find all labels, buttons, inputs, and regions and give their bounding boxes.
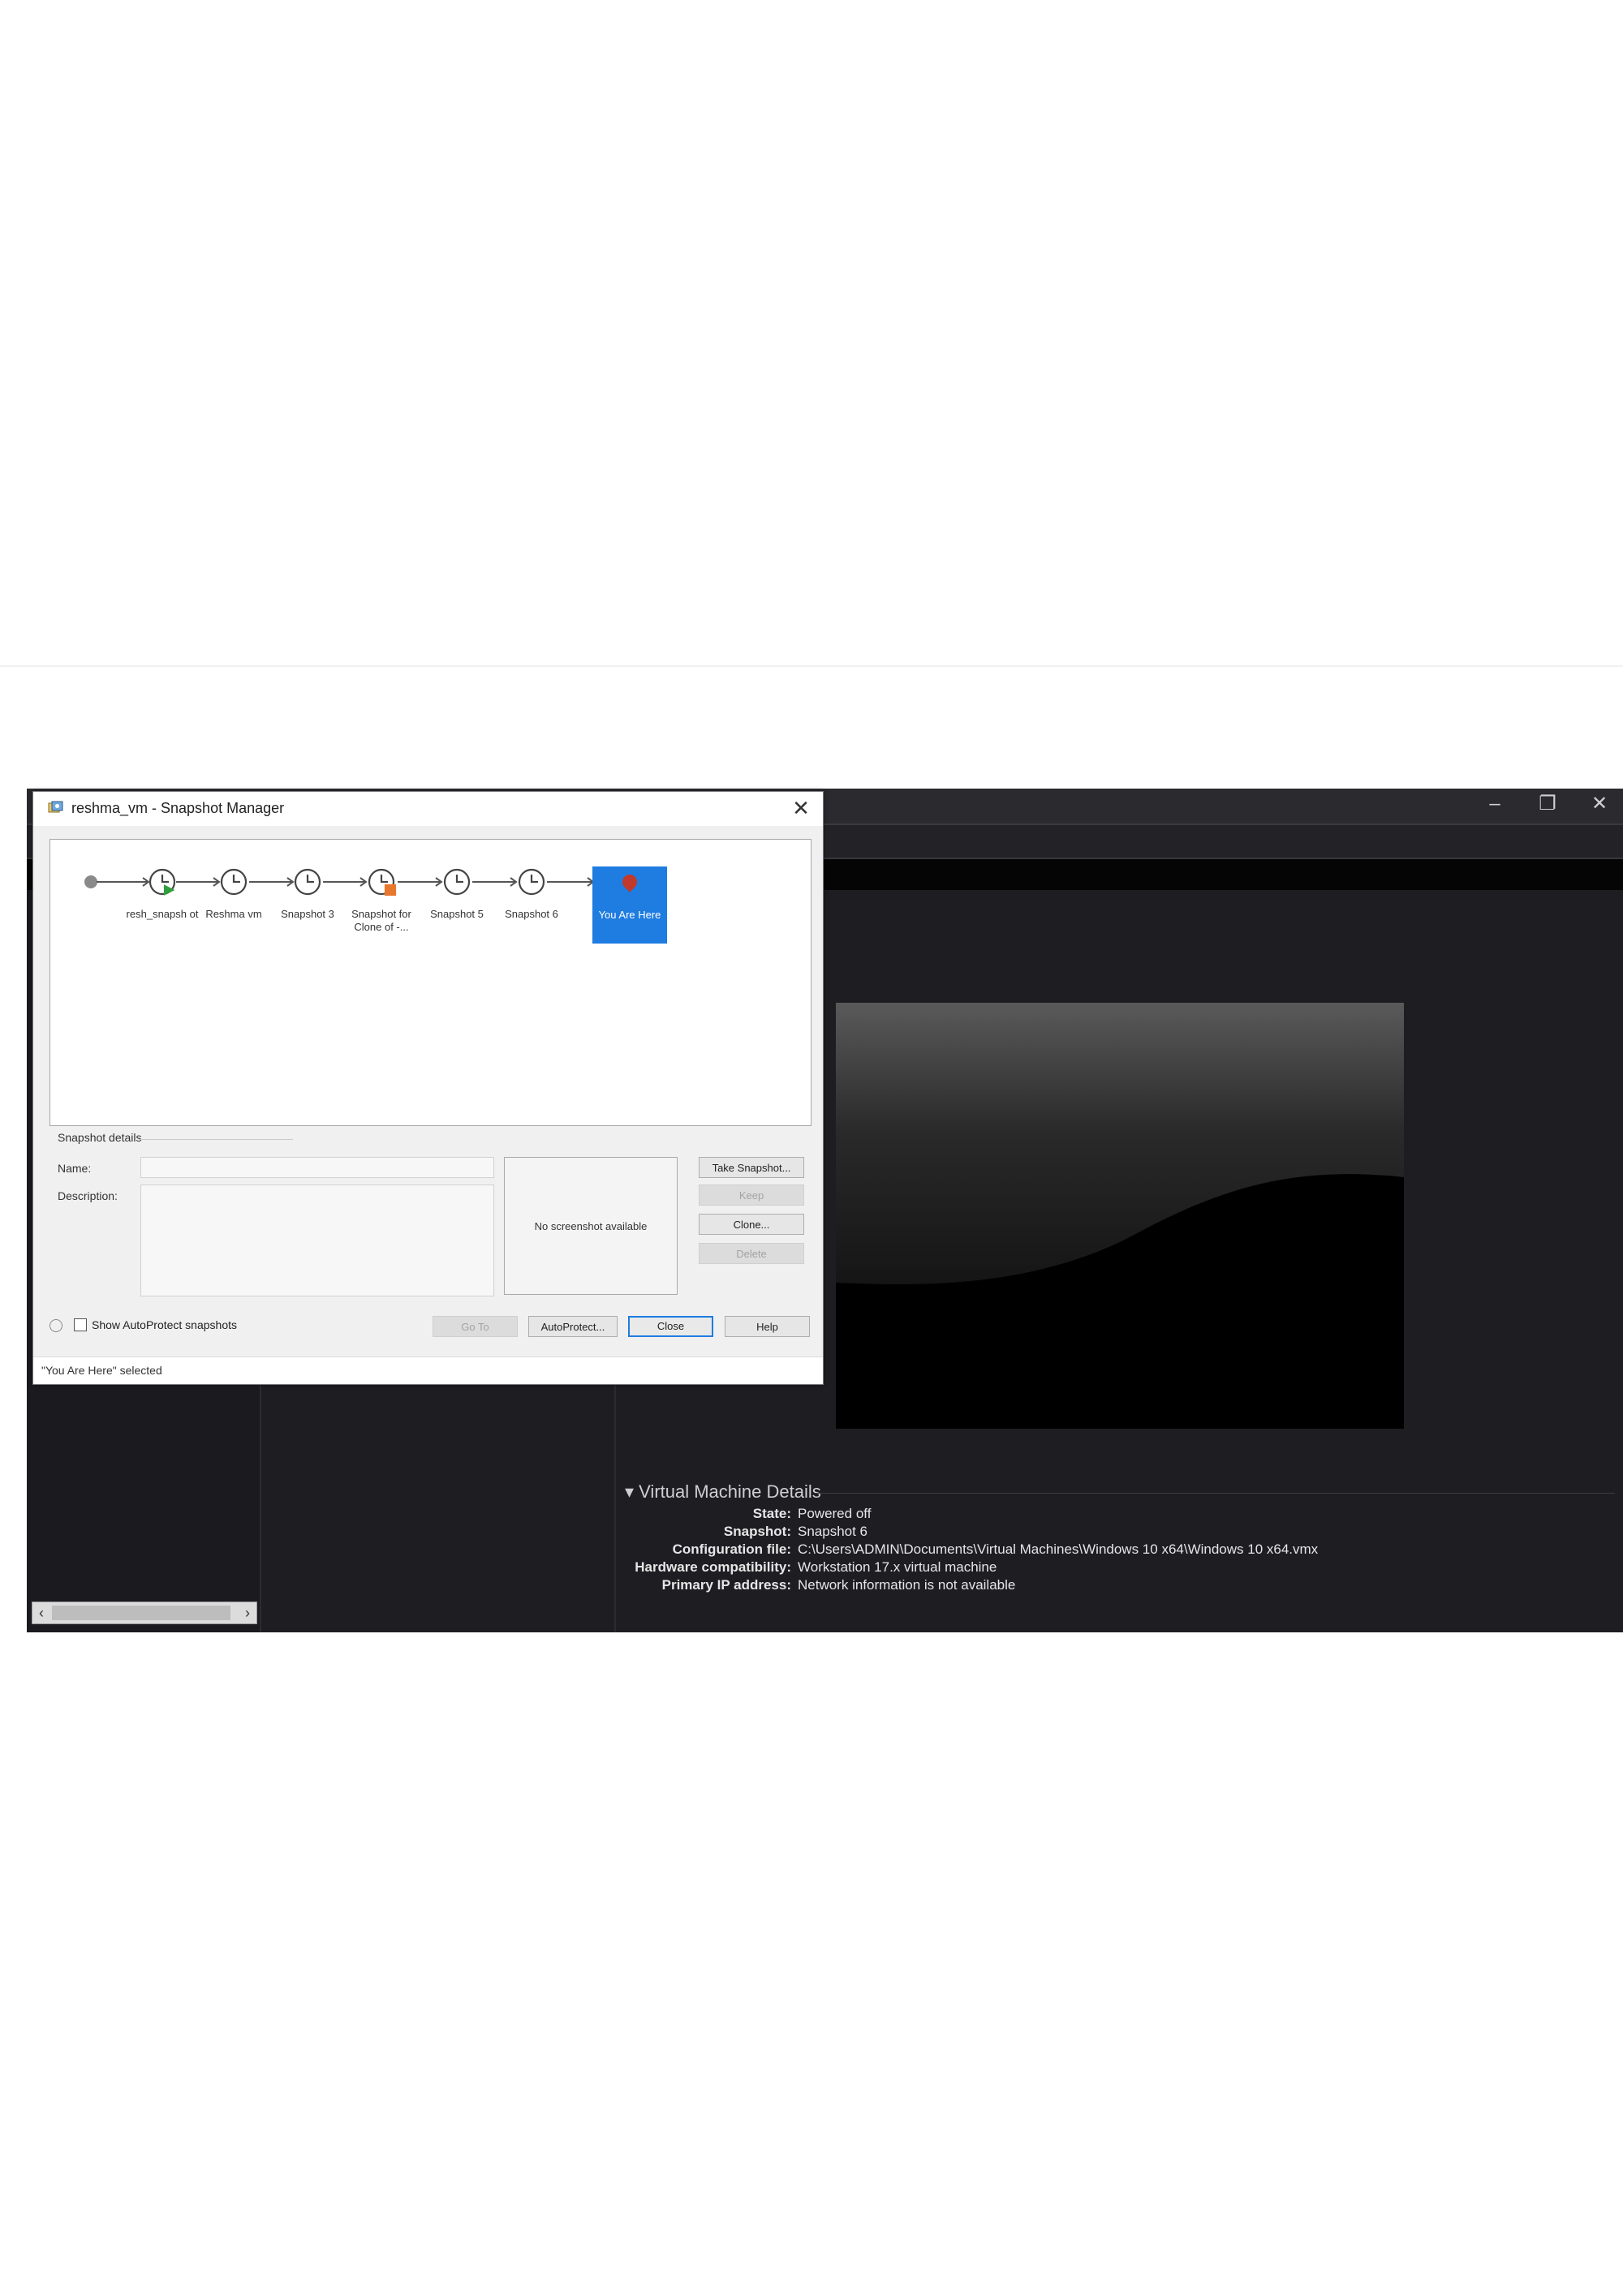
go-to-button[interactable]: Go To	[433, 1316, 518, 1337]
vm-detail-value: Network information is not available	[798, 1577, 1016, 1593]
vm-detail-value: Workstation 17.x virtual machine	[798, 1559, 997, 1575]
vm-detail-label: State:	[752, 1506, 791, 1521]
page-divider	[0, 665, 1623, 667]
autoprotect-clock-icon	[50, 1319, 62, 1332]
you-are-here-node[interactable]: You Are Here	[592, 866, 667, 944]
clock-icon	[443, 868, 471, 896]
scrollbar-thumb[interactable]	[52, 1606, 230, 1620]
vm-detail-label: Hardware compatibility:	[635, 1559, 791, 1575]
scroll-right-icon[interactable]: ›	[239, 1602, 256, 1623]
dialog-bottom-row: Show AutoProtect snapshots Go To AutoPro…	[33, 1313, 823, 1340]
snapshot-node-label[interactable]: Reshma vm	[195, 908, 273, 921]
minimize-icon[interactable]: –	[1477, 792, 1513, 816]
vm-detail-row: Primary IP address: Network information …	[617, 1577, 1615, 1595]
scroll-left-icon[interactable]: ‹	[32, 1602, 50, 1623]
vm-details-title: Virtual Machine Details	[639, 1481, 821, 1502]
clock-icon	[220, 868, 248, 896]
snapshot-details-group: Snapshot details Name: Description: No s…	[50, 1131, 810, 1301]
close-icon[interactable]: ✕	[1582, 792, 1617, 816]
autoprotect-button[interactable]: AutoProtect...	[528, 1316, 618, 1337]
clone-button[interactable]: Clone...	[699, 1214, 804, 1235]
library-horizontal-scrollbar[interactable]: ‹ ›	[32, 1602, 257, 1624]
take-snapshot-button[interactable]: Take Snapshot...	[699, 1157, 804, 1178]
dialog-title: reshma_vm - Snapshot Manager	[71, 800, 285, 816]
snapshot-node-label[interactable]: Snapshot for Clone of -...	[342, 908, 420, 934]
vm-detail-label: Configuration file:	[672, 1541, 791, 1557]
vm-detail-label: Snapshot:	[723, 1524, 791, 1539]
snapshot-tree-graph	[84, 868, 595, 896]
vm-detail-value: C:\Users\ADMIN\Documents\Virtual Machine…	[798, 1541, 1319, 1557]
vm-detail-row: Snapshot: Snapshot 6	[617, 1524, 1615, 1541]
details-group-rule	[139, 1139, 293, 1140]
dialog-status-bar: "You Are Here" selected	[33, 1357, 823, 1384]
snapshot-screenshot-preview: No screenshot available	[504, 1157, 678, 1295]
no-screenshot-text: No screenshot available	[534, 1219, 648, 1232]
clock-icon	[518, 868, 545, 896]
vm-detail-label: Primary IP address:	[661, 1577, 791, 1593]
location-pin-icon	[619, 871, 640, 892]
help-button[interactable]: Help	[725, 1316, 810, 1337]
keep-button[interactable]: Keep	[699, 1185, 804, 1206]
snapshot-node-label[interactable]: Snapshot 5	[418, 908, 496, 921]
show-autoprotect-label[interactable]: Show AutoProtect snapshots	[92, 1318, 237, 1331]
vm-screen-preview[interactable]	[836, 1003, 1404, 1429]
clock-icon	[294, 868, 321, 896]
name-label: Name:	[58, 1162, 92, 1175]
vm-detail-value: Powered off	[798, 1506, 872, 1521]
snapshot-node-label[interactable]: Snapshot 3	[269, 908, 347, 921]
status-text: "You Are Here" selected	[41, 1364, 162, 1377]
clock-icon	[149, 868, 176, 896]
clock-icon	[368, 868, 397, 896]
vm-detail-row: State: Powered off	[617, 1506, 1615, 1524]
snapshot-manager-dialog: reshma_vm - Snapshot Manager ✕ resh_snap…	[32, 791, 824, 1385]
vm-preview-graphic	[836, 1003, 1404, 1429]
vm-details-header[interactable]: ▾ Virtual Machine Details	[625, 1481, 821, 1503]
vm-detail-row: Configuration file: C:\Users\ADMIN\Docum…	[617, 1541, 1615, 1559]
root-node-icon	[84, 875, 97, 888]
snapshot-name-field[interactable]	[140, 1157, 494, 1178]
description-label: Description:	[58, 1189, 118, 1202]
vm-detail-row: Hardware compatibility: Workstation 17.x…	[617, 1559, 1615, 1577]
snapshot-node-label[interactable]: resh_snapsh ot	[123, 908, 201, 921]
snapshot-node-label[interactable]: Snapshot 6	[493, 908, 570, 921]
vm-details-divider	[816, 1493, 1615, 1494]
dialog-close-icon[interactable]: ✕	[787, 795, 815, 821]
snapshot-description-field[interactable]	[140, 1185, 494, 1296]
snapshot-tree[interactable]: resh_snapsh ot Reshma vm Snapshot 3 Snap…	[50, 839, 812, 1126]
close-button[interactable]: Close	[628, 1316, 713, 1337]
vm-detail-value: Snapshot 6	[798, 1524, 868, 1539]
show-autoprotect-checkbox[interactable]	[74, 1318, 87, 1331]
dialog-titlebar: reshma_vm - Snapshot Manager ✕	[33, 792, 823, 826]
snapshot-manager-icon	[48, 801, 63, 813]
restore-icon[interactable]: ❐	[1530, 792, 1565, 816]
snapshot-details-legend: Snapshot details	[58, 1131, 142, 1144]
you-are-here-label: You Are Here	[598, 909, 661, 921]
delete-button[interactable]: Delete	[699, 1243, 804, 1264]
